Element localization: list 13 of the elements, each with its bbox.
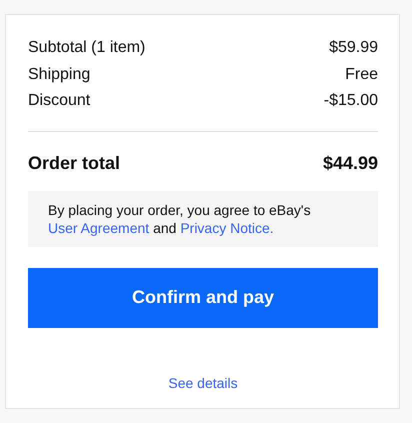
line-label: Shipping xyxy=(28,64,90,84)
line-label: Discount xyxy=(28,91,90,111)
line-amount: $59.99 xyxy=(329,38,378,58)
line-label: Subtotal (1 item) xyxy=(28,38,146,58)
legal-notice: By placing your order, you agree to eBay's User Agreement and Privacy Notice. xyxy=(28,190,378,246)
line-amount: -$15.00 xyxy=(324,91,378,111)
total-amount: $44.99 xyxy=(322,152,378,174)
line-amount: Free xyxy=(345,64,378,84)
privacy-link[interactable]: Privacy Notice. xyxy=(180,220,274,236)
confirm-button[interactable]: Confirm and pay xyxy=(28,268,378,328)
agreement-link[interactable]: User Agreement xyxy=(48,220,150,236)
details-link[interactable]: See details xyxy=(168,374,238,390)
total-label: Order total xyxy=(28,152,120,174)
